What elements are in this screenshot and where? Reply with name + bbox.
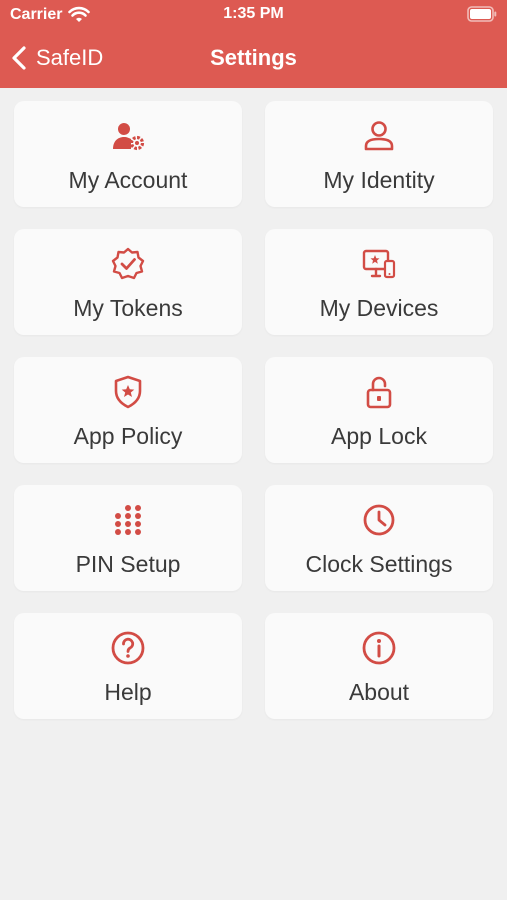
shield-star-icon [114, 375, 142, 409]
question-icon [111, 631, 145, 665]
help-tile[interactable]: Help [14, 613, 242, 719]
tile-label: App Lock [331, 423, 427, 449]
pin-setup-tile[interactable]: PIN Setup [14, 485, 242, 591]
navigation-bar: SafeID Settings [0, 32, 507, 88]
badge-check-icon [111, 247, 145, 280]
tile-label: Help [104, 679, 152, 705]
tile-label: PIN Setup [75, 551, 181, 577]
user-icon [364, 121, 394, 151]
clock-icon [363, 504, 395, 536]
keypad-icon [115, 505, 141, 535]
about-tile[interactable]: About [265, 613, 493, 719]
my-identity-tile[interactable]: My Identity [265, 101, 493, 207]
tile-label: App Policy [73, 423, 183, 449]
my-tokens-tile[interactable]: My Tokens [14, 229, 242, 335]
user-gear-icon [113, 123, 145, 151]
tile-label: My Account [68, 167, 188, 193]
my-devices-tile[interactable]: My Devices [265, 229, 493, 335]
padlock-open-icon [366, 376, 392, 409]
app-policy-tile[interactable]: App Policy [14, 357, 242, 463]
app-header: Carrier 1:35 PM SafeID Settings [0, 0, 507, 88]
tile-label: My Devices [319, 295, 439, 321]
app-lock-tile[interactable]: App Lock [265, 357, 493, 463]
info-icon [362, 631, 396, 665]
clock-settings-tile[interactable]: Clock Settings [265, 485, 493, 591]
my-account-tile[interactable]: My Account [14, 101, 242, 207]
battery-icon [467, 6, 497, 22]
devices-icon [362, 249, 396, 279]
tile-label: My Tokens [73, 295, 183, 321]
tile-label: My Identity [323, 167, 435, 193]
clock-time: 1:35 PM [223, 5, 284, 22]
tile-label: About [348, 679, 410, 705]
status-bar: Carrier 1:35 PM [0, 0, 507, 32]
page-title: Settings [210, 45, 297, 70]
tile-label: Clock Settings [305, 551, 453, 577]
